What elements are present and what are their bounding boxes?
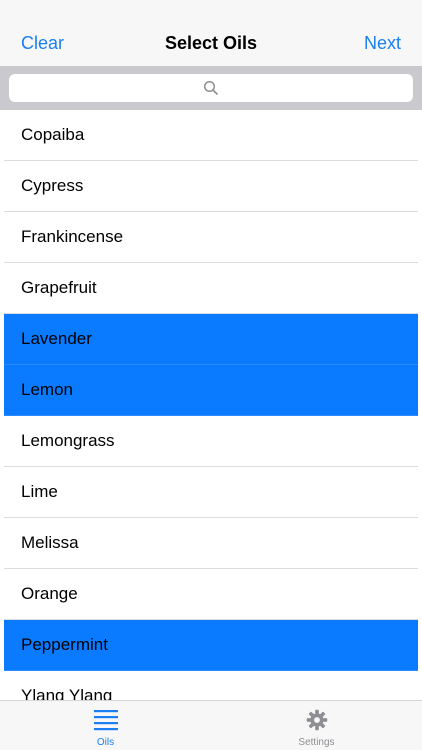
list-item[interactable]: Peppermint <box>4 620 418 671</box>
tab-label-oils: Oils <box>96 737 115 748</box>
list-item[interactable]: Copaiba <box>4 110 418 161</box>
list-item-label: Frankincense <box>21 227 124 246</box>
list-item[interactable]: Lime <box>4 467 418 518</box>
list-item[interactable]: Cypress <box>4 161 418 212</box>
search-field[interactable] <box>9 74 413 102</box>
list-item[interactable]: Lemongrass <box>4 416 418 467</box>
page-title: Select Oils <box>164 33 258 53</box>
list-item[interactable]: Lavender <box>4 314 418 365</box>
navigation-bar: Clear Select Oils Next <box>0 0 422 66</box>
list-item[interactable]: Orange <box>4 569 418 620</box>
tab-label-settings: Settings <box>298 737 335 748</box>
list-item[interactable]: Grapefruit <box>4 263 418 314</box>
list-item-label: Lemongrass <box>21 431 115 450</box>
list-item-label: Orange <box>21 584 78 603</box>
list-item-label: Lime <box>21 482 58 501</box>
tab-settings[interactable]: Settings <box>211 701 422 750</box>
select-oils-screen: Clear Select Oils Next Copaiba Cypress Fra… <box>0 0 422 750</box>
list-icon <box>94 710 118 731</box>
search-input[interactable] <box>9 74 413 102</box>
tab-bar: Oils Settings <box>0 700 422 750</box>
search-bar <box>0 66 422 110</box>
list-item-label: Copaiba <box>21 125 85 144</box>
list-item[interactable]: Ylang Ylang <box>4 671 418 700</box>
list-item-label: Lemon <box>21 380 73 399</box>
list-item[interactable]: Lemon <box>4 365 418 416</box>
list-item-label: Lavender <box>21 329 92 348</box>
list-item[interactable]: Melissa <box>4 518 418 569</box>
list-item-label: Ylang Ylang <box>21 686 113 700</box>
list-item-label: Cypress <box>21 176 84 195</box>
list-item-label: Melissa <box>21 533 79 552</box>
oil-list: Copaiba Cypress Frankincense Grapefruit Lave… <box>4 110 418 700</box>
list-item-label: Peppermint <box>21 635 108 654</box>
list-item[interactable]: Frankincense <box>4 212 418 263</box>
tab-oils[interactable]: Oils <box>0 701 211 750</box>
gear-icon <box>306 709 328 731</box>
next-button[interactable]: Next <box>364 32 401 54</box>
list-item-label: Grapefruit <box>21 278 97 297</box>
